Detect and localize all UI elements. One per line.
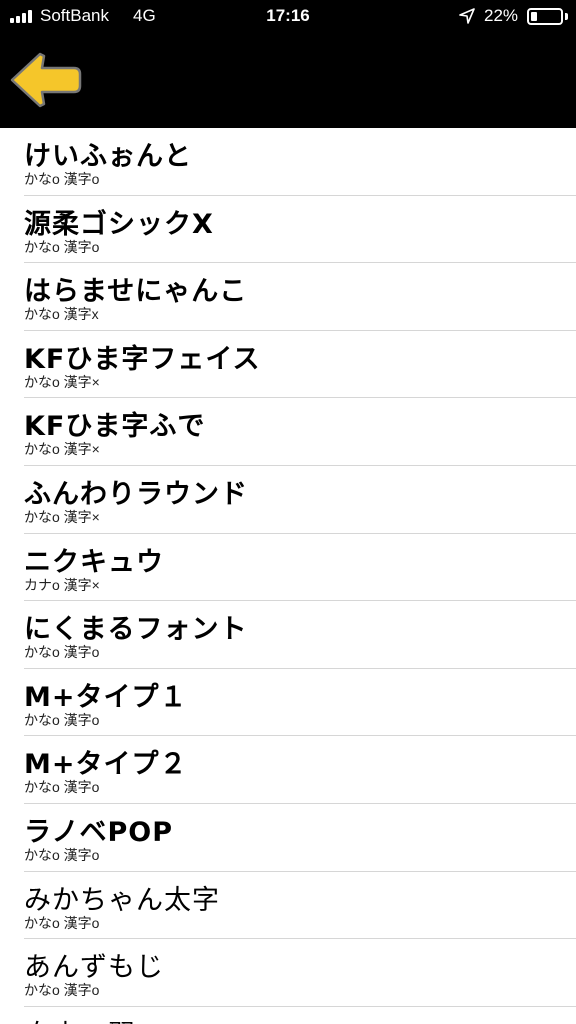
font-name: M+タイプ２ [24,749,188,781]
font-list-item[interactable]: 源柔ゴシックX かなo 漢字o [24,196,576,264]
font-list: けいふぉんと かなo 漢字o 源柔ゴシックX かなo 漢字o はらませにゃんこ かなo 漢… [0,128,576,1024]
font-name: ニクキュウ [24,546,164,578]
battery-icon [527,8,563,25]
font-list-item[interactable]: M+タイプ１ かなo 漢字o [24,669,576,737]
font-character-support: かなo 漢字o [24,779,100,796]
font-list-item[interactable]: KFひま字フェイス かなo 漢字× [24,331,576,399]
font-name: KFひま字フェイス [24,343,261,375]
font-list-item[interactable]: 自由の翼 [24,1007,576,1024]
font-name: けいふぉんと [24,141,192,172]
font-name: にくまるフォント [24,614,248,646]
font-name: あんずもじ [24,952,164,984]
font-character-support: かなo 漢字o [24,711,100,728]
battery-cap [565,13,568,20]
font-list-item[interactable]: はらませにゃんこ かなo 漢字x [24,263,576,331]
navigation-bar [0,32,576,128]
font-list-item[interactable]: ふんわりラウンド かなo 漢字× [24,466,576,534]
font-character-support: かなo 漢字o [24,171,100,187]
battery-percent: 22% [484,6,519,25]
font-character-support: かなo 漢字× [24,441,100,458]
font-character-support: かなo 漢字o [24,644,100,661]
font-list-item[interactable]: ラノベPOP かなo 漢字o [24,804,576,872]
yellow-left-arrow-icon[interactable] [8,50,82,110]
font-list-item[interactable]: あんずもじ かなo 漢字o [24,939,576,1007]
font-character-support: かなo 漢字o [24,914,100,931]
font-name: M+タイプ１ [24,681,188,713]
font-name: 自由の翼 [24,1013,136,1024]
font-name: ふんわりラウンド [24,478,248,510]
font-list-item[interactable]: けいふぉんと かなo 漢字o [24,128,576,196]
status-bar: SoftBank 4G 17:16 22% [0,0,576,32]
font-list-item[interactable]: にくまるフォント かなo 漢字o [24,601,576,669]
font-name: ラノベPOP [24,816,173,848]
font-name: KFひま字ふで [24,411,206,443]
font-character-support: かなo 漢字o [24,238,100,255]
font-character-support: カナo 漢字× [24,576,100,593]
font-character-support: かなo 漢字o [24,846,100,863]
font-list-item[interactable]: ニクキュウ カナo 漢字× [24,534,576,602]
location-arrow-icon [459,8,475,24]
battery-level-fill [531,12,538,21]
font-character-support: かなo 漢字x [24,306,99,323]
font-name: 源柔ゴシックX [24,208,214,240]
font-character-support: かなo 漢字× [24,508,100,525]
font-list-item[interactable]: M+タイプ２ かなo 漢字o [24,736,576,804]
font-list-item[interactable]: KFひま字ふで かなo 漢字× [24,398,576,466]
font-list-item[interactable]: みかちゃん太字 かなo 漢字o [24,872,576,940]
font-name: はらませにゃんこ [24,276,248,308]
font-character-support: かなo 漢字o [24,982,100,999]
font-character-support: かなo 漢字× [24,373,100,390]
font-name: みかちゃん太字 [24,884,220,916]
